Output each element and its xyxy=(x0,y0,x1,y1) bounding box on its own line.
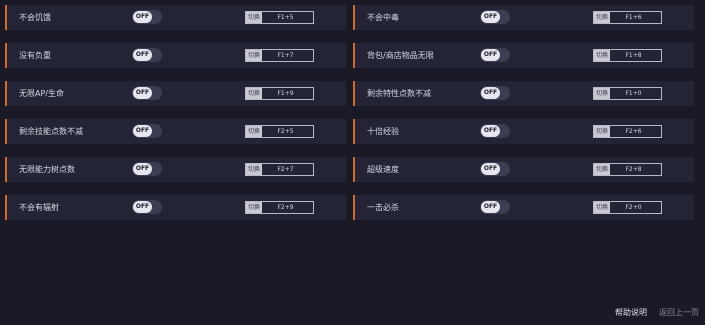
option-row: 十倍经验 OFF 切换 F2+6 xyxy=(353,119,694,144)
switch-tag: 切换 xyxy=(594,50,610,61)
toggle-state-label: OFF xyxy=(481,163,500,175)
toggle-state-label: OFF xyxy=(133,87,152,99)
hotkey-value: F2+5 xyxy=(277,128,294,135)
option-row: 剩余技能点数不减 OFF 切换 F2+5 xyxy=(5,119,346,144)
switch-tag: 切换 xyxy=(246,12,262,23)
toggle-switch[interactable]: OFF xyxy=(480,124,510,138)
option-label: 无限AP/生命 xyxy=(19,89,64,98)
option-row: 无限AP/生命 OFF 切换 F1+9 xyxy=(5,81,346,106)
hotkey-box[interactable]: 切换 F2+6 xyxy=(593,125,662,138)
toggle-switch[interactable]: OFF xyxy=(132,10,162,24)
toggle-state-label: OFF xyxy=(481,201,500,213)
switch-tag: 切换 xyxy=(246,50,262,61)
switch-tag: 切换 xyxy=(594,88,610,99)
option-label: 不会饥饿 xyxy=(19,13,51,22)
hotkey-value: F1+9 xyxy=(277,90,294,97)
toggle-state-label: OFF xyxy=(481,11,500,23)
toggle-switch[interactable]: OFF xyxy=(480,200,510,214)
option-label: 剩余技能点数不减 xyxy=(19,127,83,136)
hotkey-value: F1+7 xyxy=(277,52,294,59)
hotkey-value: F2+6 xyxy=(625,128,642,135)
hotkey-box[interactable]: 切换 F1+5 xyxy=(245,11,314,24)
toggle-state-label: OFF xyxy=(481,87,500,99)
toggle-state-label: OFF xyxy=(133,11,152,23)
hotkey-box[interactable]: 切换 F2+8 xyxy=(593,163,662,176)
toggle-switch[interactable]: OFF xyxy=(480,162,510,176)
option-label: 不会有辐射 xyxy=(19,203,59,212)
hotkey-box[interactable]: 切换 F2+7 xyxy=(245,163,314,176)
toggle-switch[interactable]: OFF xyxy=(132,86,162,100)
toggle-switch[interactable]: OFF xyxy=(132,48,162,62)
switch-tag: 切换 xyxy=(246,126,262,137)
toggle-state-label: OFF xyxy=(481,49,500,61)
hotkey-box[interactable]: 切换 F1+8 xyxy=(593,49,662,62)
toggle-state-label: OFF xyxy=(481,125,500,137)
toggle-switch[interactable]: OFF xyxy=(132,162,162,176)
switch-tag: 切换 xyxy=(594,202,610,213)
toggle-state-label: OFF xyxy=(133,163,152,175)
hotkey-box[interactable]: 切换 F1+9 xyxy=(245,87,314,100)
option-label: 背包/商店物品无限 xyxy=(367,51,434,60)
option-row: 无限能力树点数 OFF 切换 F2+7 xyxy=(5,157,346,182)
option-row: 背包/商店物品无限 OFF 切换 F1+8 xyxy=(353,43,694,68)
option-row: 超级速度 OFF 切换 F2+8 xyxy=(353,157,694,182)
switch-tag: 切换 xyxy=(594,126,610,137)
switch-tag: 切换 xyxy=(246,164,262,175)
hotkey-box[interactable]: 切换 F2+5 xyxy=(245,125,314,138)
hotkey-box[interactable]: 切换 F1+7 xyxy=(245,49,314,62)
hotkey-value: F1+0 xyxy=(625,90,642,97)
option-label: 没有负重 xyxy=(19,51,51,60)
hotkey-box[interactable]: 切换 F2+0 xyxy=(593,201,662,214)
hotkey-value: F1+6 xyxy=(625,14,642,21)
hotkey-value: F2+9 xyxy=(277,204,294,211)
switch-tag: 切换 xyxy=(594,12,610,23)
option-label: 超级速度 xyxy=(367,165,399,174)
hotkey-value: F1+8 xyxy=(625,52,642,59)
back-link[interactable]: 返回上一页 xyxy=(659,307,699,318)
toggle-switch[interactable]: OFF xyxy=(132,124,162,138)
help-link[interactable]: 帮助说明 xyxy=(615,307,647,318)
hotkey-box[interactable]: 切换 F1+6 xyxy=(593,11,662,24)
toggle-state-label: OFF xyxy=(133,49,152,61)
toggle-switch[interactable]: OFF xyxy=(480,86,510,100)
option-label: 无限能力树点数 xyxy=(19,165,75,174)
hotkey-box[interactable]: 切换 F1+0 xyxy=(593,87,662,100)
option-row: 不会饥饿 OFF 切换 F1+5 xyxy=(5,5,346,30)
option-row: 一击必杀 OFF 切换 F2+0 xyxy=(353,195,694,220)
hotkey-box[interactable]: 切换 F2+9 xyxy=(245,201,314,214)
option-row: 剩余特性点数不减 OFF 切换 F1+0 xyxy=(353,81,694,106)
option-row: 不会中毒 OFF 切换 F1+6 xyxy=(353,5,694,30)
switch-tag: 切换 xyxy=(246,202,262,213)
cheat-options-grid: 不会饥饿 OFF 切换 F1+5 不会中毒 OFF 切换 F1+6 没有负重 O… xyxy=(5,5,694,220)
switch-tag: 切换 xyxy=(594,164,610,175)
switch-tag: 切换 xyxy=(246,88,262,99)
hotkey-value: F2+0 xyxy=(625,204,642,211)
footer: 帮助说明 返回上一页 xyxy=(615,307,699,318)
option-label: 剩余特性点数不减 xyxy=(367,89,431,98)
option-row: 没有负重 OFF 切换 F1+7 xyxy=(5,43,346,68)
hotkey-value: F1+5 xyxy=(277,14,294,21)
toggle-switch[interactable]: OFF xyxy=(132,200,162,214)
toggle-switch[interactable]: OFF xyxy=(480,10,510,24)
toggle-switch[interactable]: OFF xyxy=(480,48,510,62)
hotkey-value: F2+8 xyxy=(625,166,642,173)
option-label: 不会中毒 xyxy=(367,13,399,22)
toggle-state-label: OFF xyxy=(133,201,152,213)
option-label: 一击必杀 xyxy=(367,203,399,212)
hotkey-value: F2+7 xyxy=(277,166,294,173)
option-row: 不会有辐射 OFF 切换 F2+9 xyxy=(5,195,346,220)
toggle-state-label: OFF xyxy=(133,125,152,137)
option-label: 十倍经验 xyxy=(367,127,399,136)
